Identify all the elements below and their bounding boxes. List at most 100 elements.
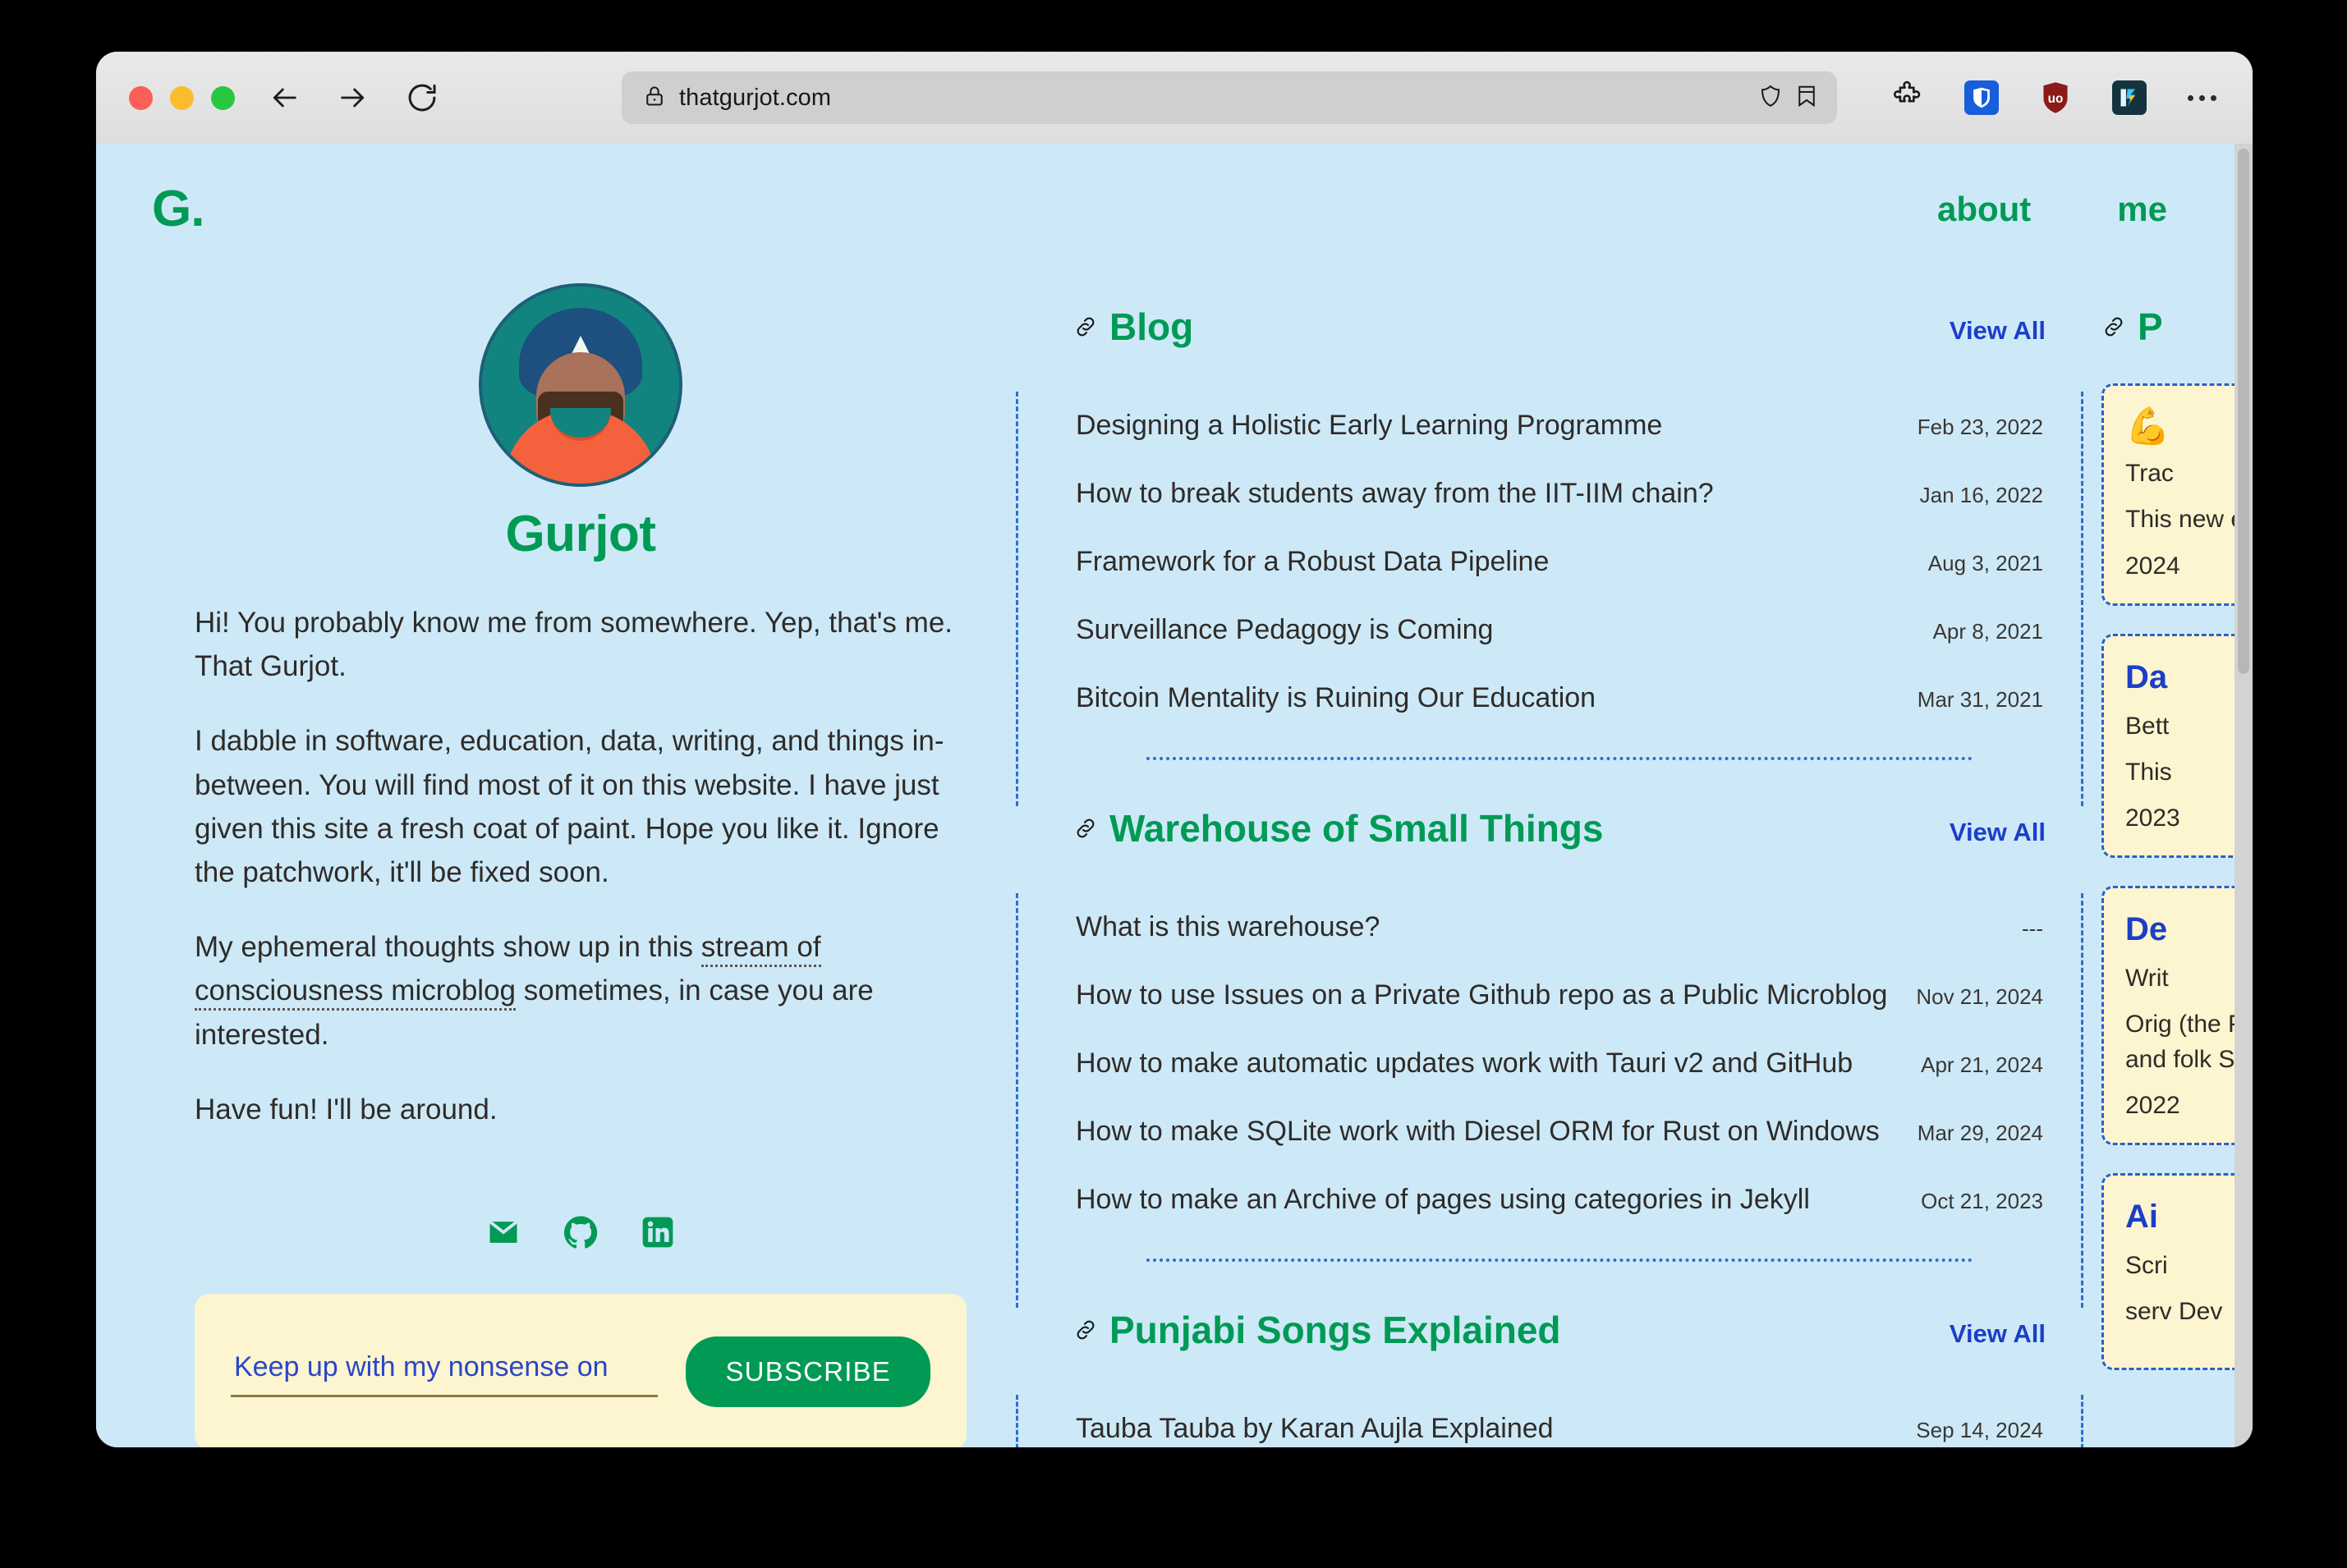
subscribe-card: SUBSCRIBE xyxy=(195,1293,967,1447)
site-logo[interactable]: G. xyxy=(152,184,204,235)
section-header-punjabi-songs: Punjabi Songs Explained View All xyxy=(1016,1308,2083,1352)
entry-date: Mar 29, 2024 xyxy=(1917,1121,2043,1145)
more-menu-icon[interactable] xyxy=(2184,94,2220,101)
desktop-backdrop: thatgurjot.com uo G. about me Gurjot Hi!… xyxy=(0,0,2347,1568)
view-all-punjabi-songs[interactable]: View All xyxy=(1950,1319,2046,1349)
section-title-punjabi-songs: Punjabi Songs Explained xyxy=(1073,1308,1561,1352)
section-title-text: Punjabi Songs Explained xyxy=(1109,1309,1561,1351)
list-item[interactable]: How to make an Archive of pages using ca… xyxy=(1076,1166,2043,1234)
profile-name: Gurjot xyxy=(505,506,656,562)
list-item[interactable]: Designing a Holistic Early Learning Prog… xyxy=(1076,392,2043,460)
scrollbar-thumb[interactable] xyxy=(2238,149,2249,674)
bio-paragraph-microblog: My ephemeral thoughts show up in this st… xyxy=(195,925,967,1057)
linkedin-icon[interactable] xyxy=(639,1213,677,1251)
section-header-warehouse: Warehouse of Small Things View All xyxy=(1016,806,2083,850)
entry-title[interactable]: How to break students away from the IIT-… xyxy=(1076,478,1714,510)
back-arrow-icon[interactable] xyxy=(266,80,302,116)
section-title-text: Blog xyxy=(1109,305,1194,348)
entry-date: Sep 14, 2024 xyxy=(1916,1418,2043,1442)
url-text: thatgurjot.com xyxy=(679,84,832,111)
navigation-buttons xyxy=(266,80,440,116)
toolbar-extensions: uo xyxy=(1889,79,2225,117)
page-viewport: G. about me Gurjot Hi! You probably know… xyxy=(96,144,2253,1447)
list-item[interactable]: Framework for a Robust Data Pipeline Aug… xyxy=(1076,528,2043,596)
card-title: Da xyxy=(2125,658,2168,695)
list-item[interactable]: How to break students away from the IIT-… xyxy=(1076,460,2043,528)
list-item[interactable]: How to make automatic updates work with … xyxy=(1076,1029,2043,1098)
projects-column: P 💪 Trac This new enti 2024 Da Bett xyxy=(2083,275,2253,1398)
project-card[interactable]: Ai Scri serv Dev xyxy=(2101,1173,2253,1370)
main-columns: Gurjot Hi! You probably know me from som… xyxy=(96,275,2253,1447)
browser-toolbar: thatgurjot.com uo xyxy=(96,52,2253,144)
view-all-warehouse[interactable]: View All xyxy=(1950,818,2046,847)
entry-list-punjabi-songs: Tauba Tauba by Karan Aujla Explained Sep… xyxy=(1016,1395,2083,1447)
list-item[interactable]: How to make SQLite work with Diesel ORM … xyxy=(1076,1098,2043,1166)
entry-title[interactable]: What is this warehouse? xyxy=(1076,911,1380,943)
nav-link-about[interactable]: about xyxy=(1937,190,2031,229)
entry-title[interactable]: Framework for a Robust Data Pipeline xyxy=(1076,546,1549,578)
section-punjabi-songs: Punjabi Songs Explained View All Tauba T… xyxy=(1016,1308,2083,1447)
close-window-button[interactable] xyxy=(129,85,153,110)
project-card[interactable]: 💪 Trac This new enti 2024 xyxy=(2101,383,2253,606)
minimize-window-button[interactable] xyxy=(170,85,194,110)
link-chain-icon xyxy=(1073,314,1098,339)
section-blog: Blog View All Designing a Holistic Early… xyxy=(1016,305,2083,806)
subscribe-email-input[interactable] xyxy=(231,1346,659,1397)
lock-icon xyxy=(643,85,666,112)
nav-link-me[interactable]: me xyxy=(2117,190,2167,229)
entry-title[interactable]: How to make automatic updates work with … xyxy=(1076,1048,1853,1080)
entry-date: Apr 8, 2021 xyxy=(1932,619,2043,644)
list-item[interactable]: How to use Issues on a Private Github re… xyxy=(1076,961,2043,1029)
puzzle-piece-icon[interactable] xyxy=(1889,79,1927,117)
site-header: G. about me xyxy=(96,144,2253,275)
link-chain-icon xyxy=(2101,314,2126,339)
entry-title[interactable]: How to make SQLite work with Diesel ORM … xyxy=(1076,1116,1880,1148)
subscribe-button[interactable]: SUBSCRIBE xyxy=(686,1336,930,1407)
section-warehouse: Warehouse of Small Things View All What … xyxy=(1016,806,2083,1308)
page-scrollbar[interactable] xyxy=(2234,144,2253,1447)
entry-date: Apr 21, 2024 xyxy=(1921,1052,2043,1077)
email-icon[interactable] xyxy=(485,1213,522,1251)
bookmark-icon[interactable] xyxy=(1794,84,1819,112)
shield-icon[interactable] xyxy=(1758,84,1783,112)
entry-title[interactable]: How to use Issues on a Private Github re… xyxy=(1076,979,1887,1011)
reload-icon[interactable] xyxy=(404,80,440,116)
card-subtitle: Scri xyxy=(2125,1252,2168,1280)
entry-title[interactable]: Designing a Holistic Early Learning Prog… xyxy=(1076,410,1662,442)
entry-title[interactable]: Tauba Tauba by Karan Aujla Explained xyxy=(1076,1413,1554,1445)
section-title-text: Warehouse of Small Things xyxy=(1109,807,1604,850)
entry-title[interactable]: Bitcoin Mentality is Ruining Our Educati… xyxy=(1076,682,1596,714)
list-item[interactable]: Bitcoin Mentality is Ruining Our Educati… xyxy=(1076,664,2043,732)
readwise-icon[interactable] xyxy=(2110,79,2148,117)
entry-date: Nov 21, 2024 xyxy=(1916,984,2043,1009)
social-links xyxy=(195,1213,967,1251)
maximize-window-button[interactable] xyxy=(211,85,235,110)
list-item[interactable]: Surveillance Pedagogy is Coming Apr 8, 2… xyxy=(1076,596,2043,664)
list-item[interactable]: What is this warehouse? --- xyxy=(1076,893,2043,961)
entry-date: Aug 3, 2021 xyxy=(1927,551,2043,575)
entry-title[interactable]: How to make an Archive of pages using ca… xyxy=(1076,1184,1810,1216)
github-icon[interactable] xyxy=(562,1213,599,1251)
section-header-projects: P xyxy=(2101,305,2253,349)
entry-date: Oct 21, 2023 xyxy=(1921,1189,2043,1213)
forward-arrow-icon[interactable] xyxy=(335,80,371,116)
card-date: 2022 xyxy=(2125,1092,2180,1120)
address-bar-actions xyxy=(1758,84,1819,112)
card-date: 2023 xyxy=(2125,805,2180,832)
project-card[interactable]: Da Bett This 2023 xyxy=(2101,633,2253,859)
list-item[interactable]: Tauba Tauba by Karan Aujla Explained Sep… xyxy=(1076,1395,2043,1447)
bio-paragraph-3: Have fun! I'll be around. xyxy=(195,1093,498,1126)
section-title-blog: Blog xyxy=(1073,305,1193,349)
project-card[interactable]: De Writ Orig (the Post and folk Swif 202… xyxy=(2101,886,2253,1146)
section-header-blog: Blog View All xyxy=(1016,305,2083,349)
bitwarden-shield-icon[interactable] xyxy=(1963,79,2000,117)
address-bar[interactable]: thatgurjot.com xyxy=(622,71,1837,124)
entry-title[interactable]: Surveillance Pedagogy is Coming xyxy=(1076,614,1493,646)
bio-paragraph-1: Hi! You probably know me from somewhere.… xyxy=(195,607,953,683)
view-all-blog[interactable]: View All xyxy=(1950,316,2046,346)
section-title-warehouse: Warehouse of Small Things xyxy=(1073,806,1603,850)
ublock-origin-icon[interactable]: uo xyxy=(2037,79,2074,117)
section-title-text: P xyxy=(2138,305,2163,348)
entry-date: Jan 16, 2022 xyxy=(1919,483,2043,507)
